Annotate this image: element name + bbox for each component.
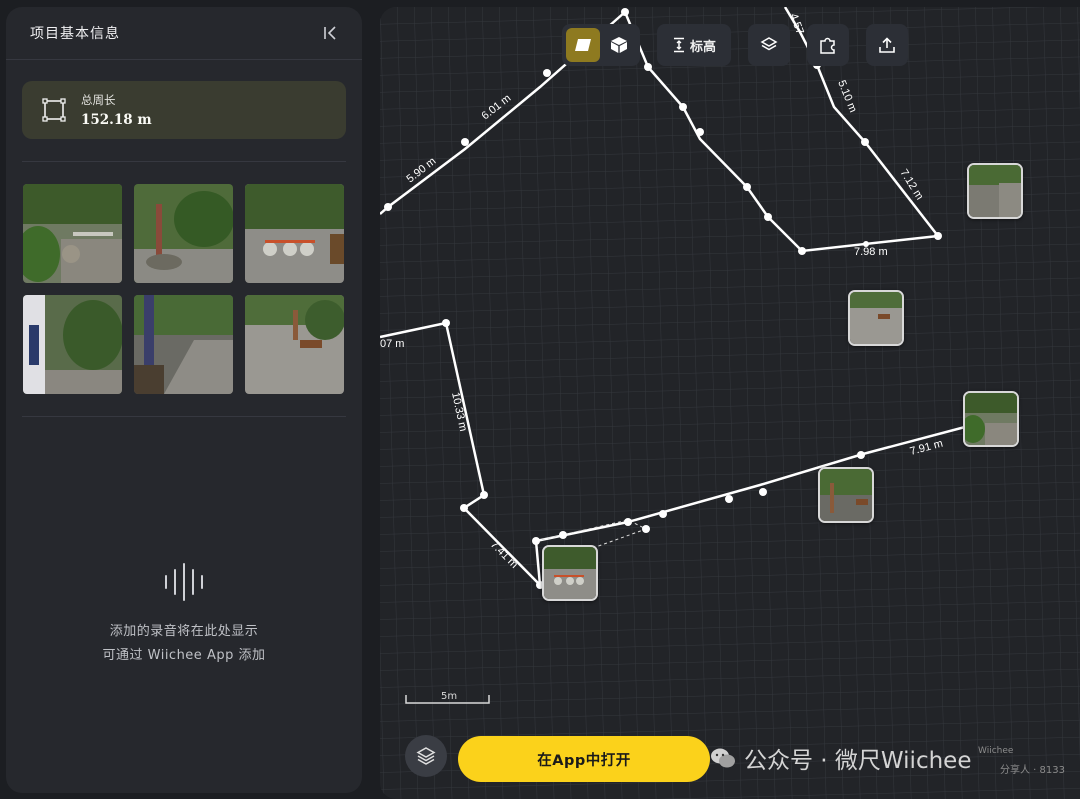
map-canvas[interactable]: 6.01 m 5.90 m 4.57 5.10 m 7.12 m 7.98 m … [380, 7, 1080, 799]
elevation-button[interactable]: 标高 [657, 24, 731, 66]
audio-empty-state: 添加的录音将在此处显示 可通过 Wiichee App 添加 [6, 562, 362, 668]
collapse-panel-icon[interactable] [322, 24, 340, 42]
panel-header: 项目基本信息 [6, 7, 362, 60]
perimeter-icon [42, 98, 66, 126]
layers-button[interactable] [748, 24, 790, 66]
perimeter-label: 总周长 [81, 93, 116, 107]
photo-thumbnail[interactable] [245, 295, 344, 394]
audio-waveform-icon [165, 563, 203, 601]
audio-hint-line2: 可通过 Wiichee App 添加 [102, 648, 266, 663]
2d-view-button[interactable] [566, 28, 600, 62]
audio-hint-line1: 添加的录音将在此处显示 [109, 624, 259, 639]
watermark: 公众号 · 微尺Wiichee [710, 741, 971, 775]
view-mode-toggle [562, 24, 640, 66]
watermark-brand: Wiichee [978, 746, 1014, 756]
panel-title: 项目基本信息 [30, 26, 120, 42]
photo-marker[interactable] [542, 545, 598, 601]
photo-thumbnail[interactable] [23, 295, 122, 394]
divider [22, 416, 346, 417]
puzzle-icon [820, 37, 835, 54]
photo-marker[interactable] [963, 391, 1019, 447]
photo-thumbnail[interactable] [23, 184, 122, 283]
plane-icon [575, 39, 591, 51]
cube-icon [611, 37, 627, 53]
layers-icon [416, 747, 436, 765]
layer-toggle-button[interactable] [405, 735, 447, 777]
photo-thumbnail[interactable] [134, 184, 233, 283]
wechat-icon [711, 748, 735, 768]
scale-label: 5m [441, 691, 458, 702]
elevation-label: 标高 [689, 39, 716, 55]
photo-thumbnail[interactable] [134, 295, 233, 394]
photo-thumbnail[interactable] [245, 184, 344, 283]
watermark-text: 公众号 · 微尺Wiichee [744, 748, 972, 774]
plugin-button[interactable] [807, 24, 849, 66]
3d-view-button[interactable] [602, 28, 636, 62]
photo-marker[interactable] [848, 290, 904, 346]
divider [22, 161, 346, 162]
layers-icon [760, 37, 778, 51]
upload-icon [879, 37, 895, 53]
segment-label: 7.98 m [854, 246, 888, 258]
photo-marker[interactable] [818, 467, 874, 523]
segment-label: 07 m [380, 338, 404, 350]
export-button[interactable] [866, 24, 908, 66]
perimeter-summary-card: 总周长 152.18 m [22, 81, 346, 139]
project-info-panel: 项目基本信息 总周长 152.18 m 添加的录音将在此处显示 可通过 Wiic… [6, 7, 362, 793]
photo-grid [23, 184, 345, 394]
perimeter-value: 152.18 m [81, 112, 152, 128]
elevation-icon [673, 37, 684, 53]
open-in-app-button[interactable]: 在App中打开 [458, 736, 710, 782]
watermark-sub: 分享人 · 8133 [1000, 765, 1065, 776]
photo-marker[interactable] [967, 163, 1023, 219]
